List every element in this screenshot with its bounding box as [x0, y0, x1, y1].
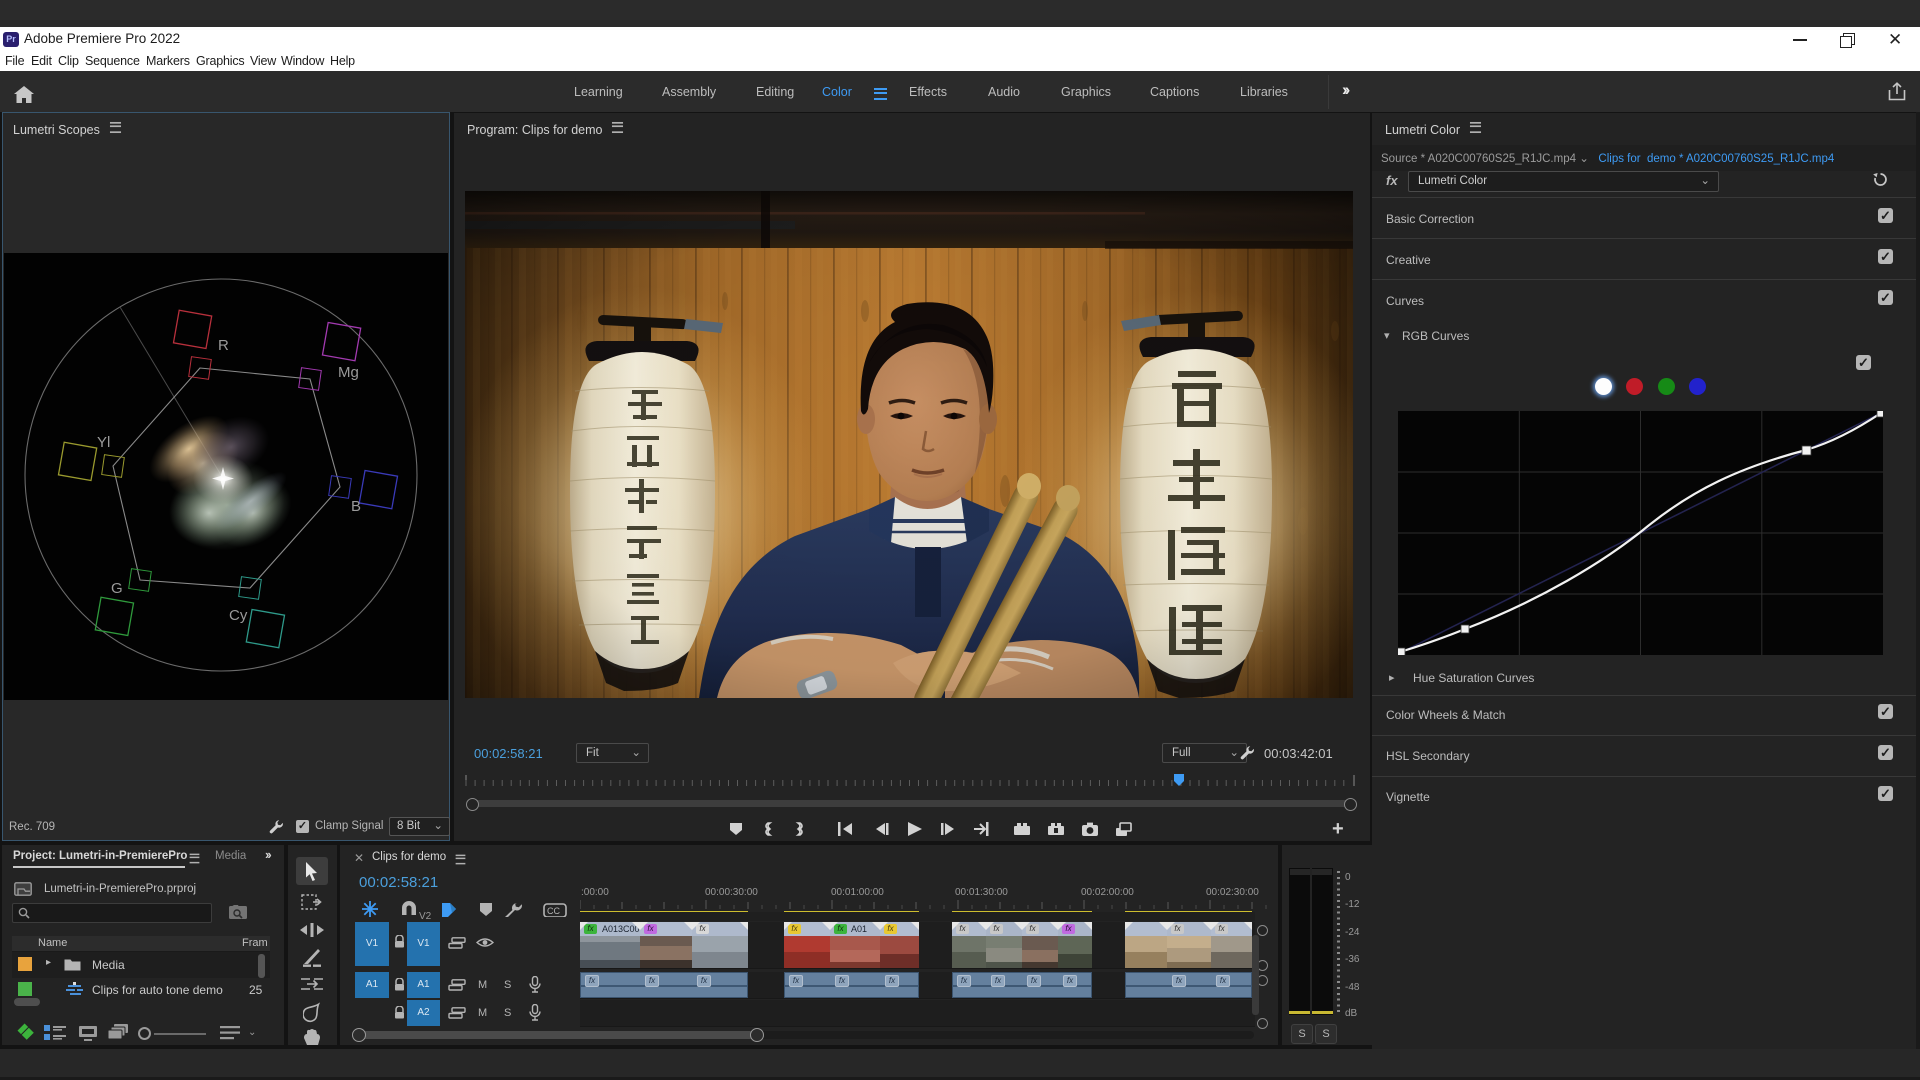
svg-text:Cy: Cy: [229, 607, 248, 624]
svg-text:CC: CC: [547, 906, 560, 916]
svg-text:Yl: Yl: [97, 434, 110, 451]
svg-text:Mg: Mg: [338, 364, 359, 381]
svg-text:B: B: [351, 498, 361, 515]
svg-text:R: R: [218, 337, 229, 354]
svg-text:G: G: [111, 580, 123, 597]
